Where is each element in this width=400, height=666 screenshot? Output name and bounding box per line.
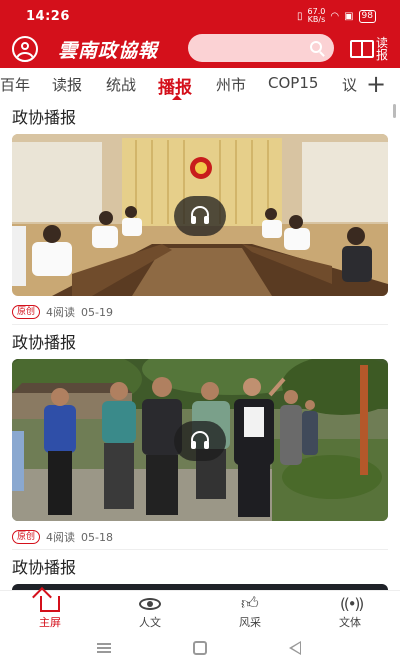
app-logo: 雲南政協報 bbox=[58, 40, 159, 62]
status-bar: 14:26 ▯ 67.0 KB/s ◠ ▣ 98 bbox=[0, 0, 400, 30]
audio-play-button[interactable] bbox=[174, 421, 226, 461]
list-item[interactable]: 政协播报 bbox=[12, 554, 388, 590]
card-title: 政协播报 bbox=[12, 333, 77, 352]
list-item[interactable]: 政协播报 bbox=[12, 329, 388, 550]
card-title: 政协播报 bbox=[12, 108, 77, 127]
tab-bainian[interactable]: 百年 bbox=[0, 74, 30, 95]
divider bbox=[12, 324, 388, 325]
net-speed: 67.0 KB/s bbox=[308, 8, 326, 24]
video-thumbnail[interactable] bbox=[12, 134, 388, 296]
nav-culture-label: 人文 bbox=[139, 616, 161, 629]
add-tab-icon[interactable]: + bbox=[366, 70, 386, 98]
tab-zhoushi[interactable]: 州市 bbox=[216, 74, 246, 95]
book-icon bbox=[350, 40, 374, 58]
search-input[interactable] bbox=[188, 34, 334, 62]
wifi-icon: ◠ bbox=[330, 10, 340, 22]
bottom-nav: 主屏 人文 👍︎ 风采 ((•)) 文体 bbox=[0, 590, 400, 630]
list-item[interactable]: 政协播报 bbox=[12, 104, 388, 325]
battery-level: 98 bbox=[358, 9, 376, 23]
category-tabs: 百年 读报 统战 播报 州市 COP15 议 + bbox=[0, 68, 400, 102]
tab-tongzhan[interactable]: 统战 bbox=[106, 74, 136, 95]
scrollbar[interactable] bbox=[393, 104, 396, 118]
system-nav-bar bbox=[0, 630, 400, 666]
nav-home[interactable]: 主屏 bbox=[20, 594, 80, 630]
card-meta: 原创 4阅读 05-18 bbox=[12, 529, 113, 545]
nav-sports-label: 文体 bbox=[339, 616, 361, 629]
sim-icon: ▣ bbox=[344, 10, 354, 22]
active-tab-indicator bbox=[172, 95, 182, 100]
app-header: 14:26 ▯ 67.0 KB/s ◠ ▣ 98 雲南政協報 读报 bbox=[0, 0, 400, 68]
status-indicators: ▯ 67.0 KB/s ◠ ▣ 98 bbox=[297, 8, 376, 24]
original-badge: 原创 bbox=[12, 530, 41, 544]
card-meta: 原创 4阅读 05-19 bbox=[12, 304, 113, 320]
thumbs-up-icon: 👍︎ bbox=[241, 594, 259, 614]
publish-date: 05-18 bbox=[81, 530, 113, 544]
read-paper-label: 读报 bbox=[376, 36, 389, 62]
app-bar: 雲南政協報 读报 bbox=[0, 30, 400, 68]
nav-home-label: 主屏 bbox=[39, 616, 61, 629]
read-paper-button[interactable]: 读报 bbox=[350, 36, 390, 62]
video-thumbnail[interactable] bbox=[12, 359, 388, 521]
nav-sports[interactable]: ((•)) 文体 bbox=[320, 594, 380, 630]
original-badge: 原创 bbox=[12, 305, 41, 319]
card-title: 政协播报 bbox=[12, 558, 77, 577]
tab-cop15[interactable]: COP15 bbox=[268, 74, 318, 92]
audio-play-button[interactable] bbox=[174, 196, 226, 236]
status-time: 14:26 bbox=[26, 9, 70, 24]
tab-dubao[interactable]: 读报 bbox=[52, 74, 82, 95]
menu-icon[interactable] bbox=[97, 643, 111, 653]
eye-icon bbox=[139, 598, 161, 610]
news-feed[interactable]: 政协播报 原创 4阅读 05-19 政协播报 原创 4阅读 05-18 政协播报 bbox=[0, 102, 400, 590]
nav-culture[interactable]: 人文 bbox=[120, 594, 180, 630]
vibrate-icon: ▯ bbox=[297, 10, 303, 22]
user-avatar-icon[interactable] bbox=[12, 36, 38, 62]
broadcast-icon: ((•)) bbox=[340, 595, 364, 613]
divider bbox=[12, 549, 388, 550]
home-square-icon[interactable] bbox=[193, 641, 207, 655]
read-count: 4阅读 bbox=[46, 531, 76, 544]
net-speed-unit: KB/s bbox=[307, 15, 326, 24]
read-count: 4阅读 bbox=[46, 306, 76, 319]
nav-style-label: 风采 bbox=[239, 616, 261, 629]
home-icon bbox=[40, 596, 60, 612]
nav-style[interactable]: 👍︎ 风采 bbox=[220, 594, 280, 630]
back-icon[interactable] bbox=[289, 641, 301, 655]
publish-date: 05-19 bbox=[81, 305, 113, 319]
tab-yi[interactable]: 议 bbox=[342, 74, 357, 95]
